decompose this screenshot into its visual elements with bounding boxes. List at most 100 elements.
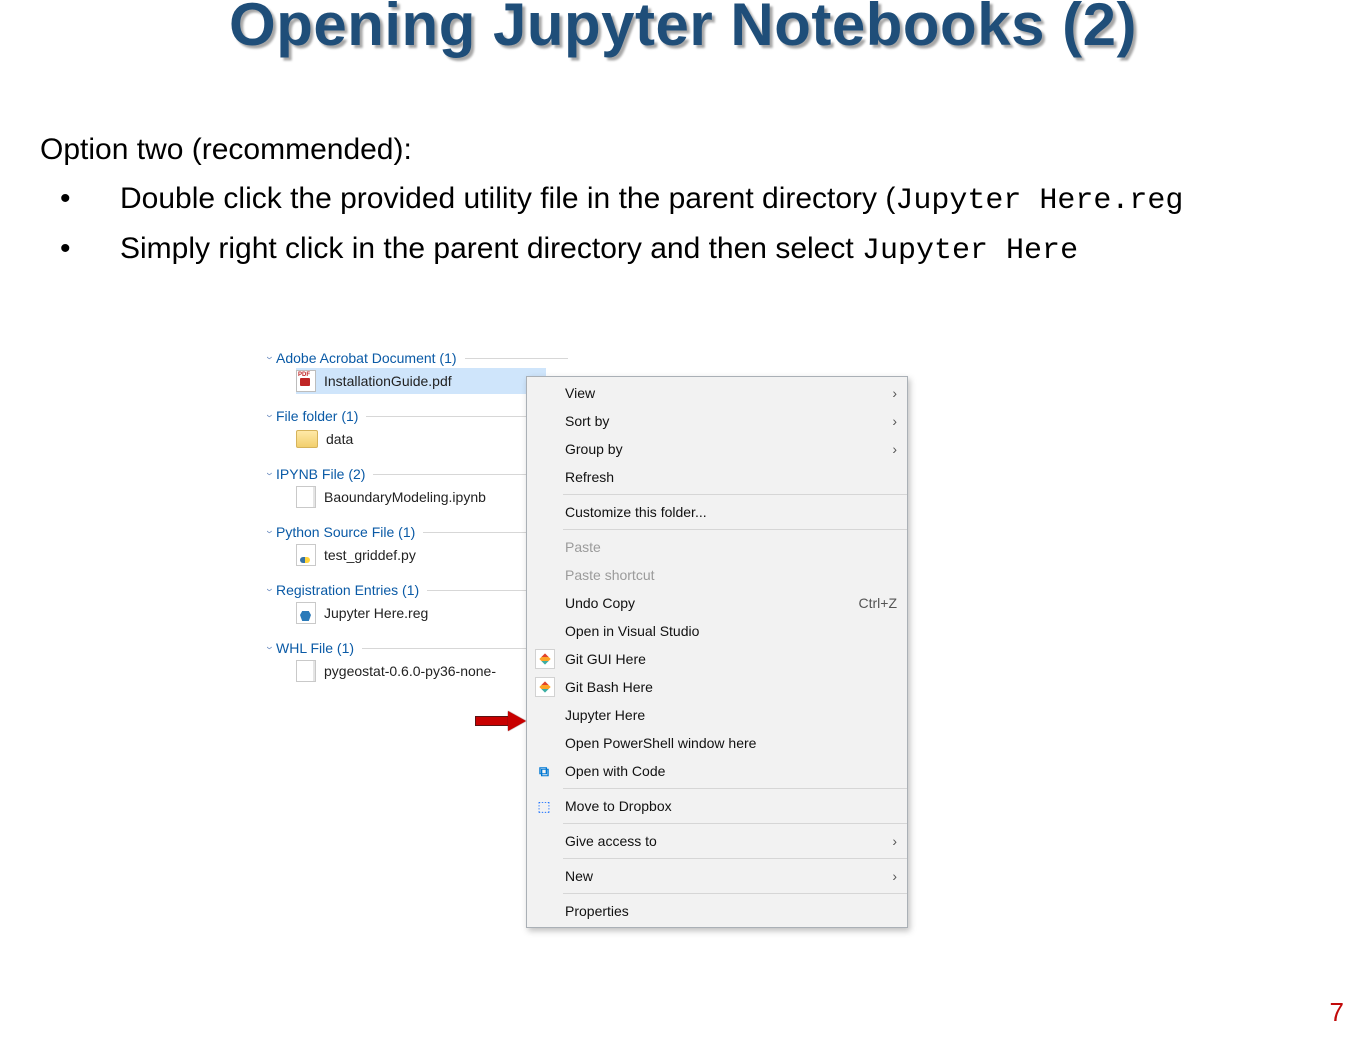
group-header[interactable]: ›IPYNB File (2) <box>268 466 568 482</box>
chevron-down-icon: › <box>263 530 277 533</box>
menu-item-new[interactable]: New › <box>527 862 907 890</box>
group-header-rule <box>465 358 568 359</box>
submenu-arrow-icon: › <box>892 385 897 401</box>
menu-separator <box>563 893 907 894</box>
menu-item-label: Refresh <box>565 469 614 485</box>
menu-item-git-gui-here[interactable]: Git GUI Here <box>527 645 907 673</box>
menu-separator <box>563 788 907 789</box>
file-name: test_griddef.py <box>324 547 416 563</box>
menu-item-customize-this-folder[interactable]: Customize this folder... <box>527 498 907 526</box>
menu-item-give-access-to[interactable]: Give access to › <box>527 827 907 855</box>
submenu-arrow-icon: › <box>892 833 897 849</box>
menu-item-label: New <box>565 868 593 884</box>
menu-separator <box>563 529 907 530</box>
menu-item-move-to-dropbox[interactable]: ⬚ Move to Dropbox <box>527 792 907 820</box>
reg-file-icon <box>296 602 316 624</box>
menu-separator <box>563 858 907 859</box>
git-icon <box>535 677 555 697</box>
menu-item-label: Properties <box>565 903 629 919</box>
slide: Opening Jupyter Notebooks (2) –Option tw… <box>0 0 1366 1044</box>
menu-item-properties[interactable]: Properties <box>527 897 907 925</box>
menu-item-label: Group by <box>565 441 623 457</box>
menu-item-label: Open PowerShell window here <box>565 735 756 751</box>
py-file-icon <box>296 544 316 566</box>
group-header[interactable]: ›Registration Entries (1) <box>268 582 568 598</box>
menu-item-label: Move to Dropbox <box>565 798 672 814</box>
menu-item-git-bash-here[interactable]: Git Bash Here <box>527 673 907 701</box>
menu-item-label: Sort by <box>565 413 609 429</box>
menu-item-open-in-visual-studio[interactable]: Open in Visual Studio <box>527 617 907 645</box>
menu-item-refresh[interactable]: Refresh <box>527 463 907 491</box>
menu-item-sort-by[interactable]: Sort by › <box>527 407 907 435</box>
group-header[interactable]: ›WHL File (1) <box>268 640 568 656</box>
explorer-pane: ›Adobe Acrobat Document (1) InstallationG… <box>268 336 568 684</box>
menu-separator <box>563 494 907 495</box>
menu-item-view[interactable]: View › <box>527 379 907 407</box>
submenu-arrow-icon: › <box>892 868 897 884</box>
folder-file-icon <box>296 430 318 448</box>
group-header[interactable]: ›File folder (1) <box>268 408 568 424</box>
bullet-text-1a: Double click the provided utility file i… <box>120 182 895 215</box>
group-header-label: Registration Entries (1) <box>276 582 419 598</box>
annotation-arrow <box>475 712 527 730</box>
menu-item-label: Open with Code <box>565 763 665 779</box>
chevron-down-icon: › <box>263 588 277 591</box>
menu-item-open-powershell-window-here[interactable]: Open PowerShell window here <box>527 729 907 757</box>
menu-separator <box>563 823 907 824</box>
menu-item-paste: Paste <box>527 533 907 561</box>
submenu-arrow-icon: › <box>892 413 897 429</box>
pdf-file-icon <box>296 370 316 392</box>
menu-item-jupyter-here[interactable]: Jupyter Here <box>527 701 907 729</box>
menu-item-label: View <box>565 385 595 401</box>
group-header-label: Python Source File (1) <box>276 524 415 540</box>
blank-file-icon <box>296 660 316 682</box>
dropbox-icon: ⬚ <box>535 797 553 815</box>
group-header[interactable]: ›Python Source File (1) <box>268 524 568 540</box>
bullet-lvl1: –Option two (recommended): <box>0 130 1326 171</box>
menu-item-label: Undo Copy <box>565 595 635 611</box>
slide-body: –Option two (recommended): •Double click… <box>0 130 1326 280</box>
vscode-icon: ⧉ <box>535 762 553 780</box>
bullet-text-2a: Simply right click in the parent directo… <box>120 232 862 265</box>
context-menu: View › Sort by › Group by › Refresh Customize t… <box>526 376 908 928</box>
menu-item-label: Paste <box>565 539 601 555</box>
file-name: Jupyter Here.reg <box>324 605 428 621</box>
menu-item-paste-shortcut: Paste shortcut <box>527 561 907 589</box>
bullet-code-1: Jupyter Here.reg <box>895 184 1183 218</box>
menu-item-shortcut: Ctrl+Z <box>859 595 898 611</box>
file-row[interactable]: InstallationGuide.pdf <box>296 368 546 394</box>
chevron-down-icon: › <box>263 472 277 475</box>
menu-item-label: Open in Visual Studio <box>565 623 699 639</box>
group-header-label: WHL File (1) <box>276 640 354 656</box>
group-header-label: IPYNB File (2) <box>276 466 365 482</box>
menu-item-group-by[interactable]: Group by › <box>527 435 907 463</box>
file-name: InstallationGuide.pdf <box>324 373 452 389</box>
menu-item-open-with-code[interactable]: ⧉ Open with Code <box>527 757 907 785</box>
chevron-down-icon: › <box>263 356 277 359</box>
menu-item-undo-copy[interactable]: Undo Copy Ctrl+Z <box>527 589 907 617</box>
group-header-label: Adobe Acrobat Document (1) <box>276 350 457 366</box>
menu-item-label: Git Bash Here <box>565 679 653 695</box>
chevron-down-icon: › <box>263 646 277 649</box>
bullet-lvl2-1: •Double click the provided utility file … <box>0 179 1326 222</box>
file-name: BaoundaryModeling.ipynb <box>324 489 486 505</box>
menu-item-label: Jupyter Here <box>565 707 645 723</box>
menu-item-label: Git GUI Here <box>565 651 646 667</box>
option-two-label: Option two (recommended): <box>40 133 412 166</box>
screenshot-area: ›Adobe Acrobat Document (1)InstallationG… <box>268 336 912 964</box>
blank-file-icon <box>296 486 316 508</box>
bullet-code-2: Jupyter Here <box>862 234 1078 268</box>
menu-item-label: Give access to <box>565 833 657 849</box>
group-header-label: File folder (1) <box>276 408 358 424</box>
menu-item-label: Paste shortcut <box>565 567 655 583</box>
page-number: 7 <box>1330 997 1344 1028</box>
file-name: data <box>326 431 353 447</box>
submenu-arrow-icon: › <box>892 441 897 457</box>
slide-title: Opening Jupyter Notebooks (2) <box>0 0 1366 59</box>
git-icon <box>535 649 555 669</box>
file-name: pygeostat-0.6.0-py36-none- <box>324 663 496 679</box>
bullet-lvl2-2: •Simply right click in the parent direct… <box>0 229 1326 272</box>
chevron-down-icon: › <box>263 414 277 417</box>
menu-item-label: Customize this folder... <box>565 504 707 520</box>
group-header[interactable]: ›Adobe Acrobat Document (1) <box>268 350 568 366</box>
